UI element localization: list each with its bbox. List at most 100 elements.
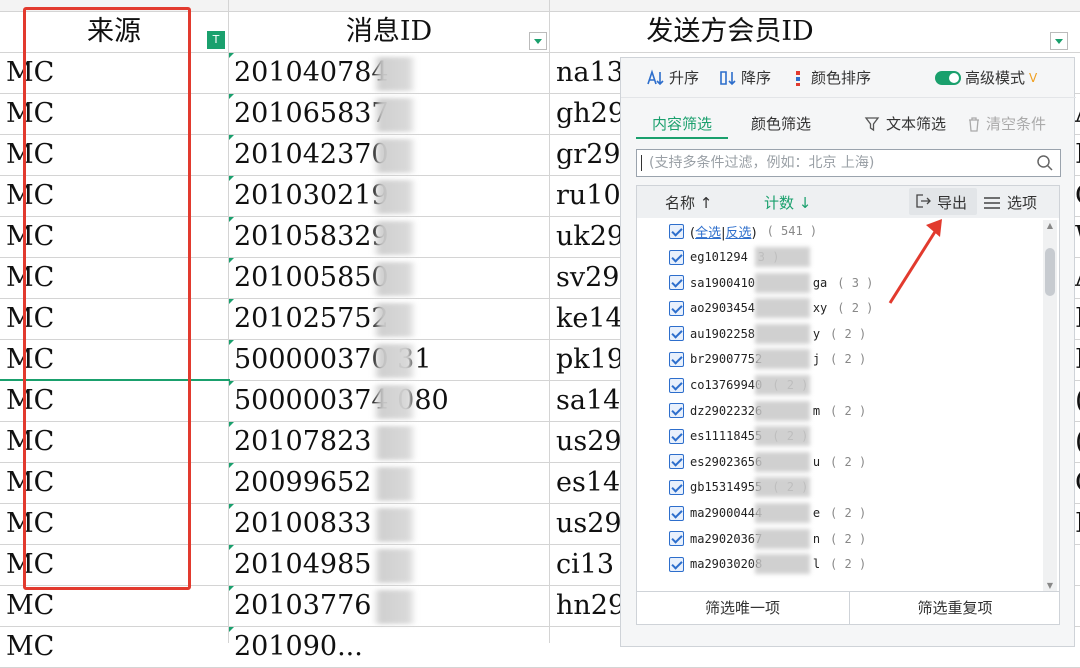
redaction-blur — [372, 139, 417, 173]
export-icon — [916, 194, 931, 208]
tab-color-filter[interactable]: 颜色筛选 — [751, 113, 811, 134]
cell-marker-icon — [229, 463, 234, 468]
select-all-row[interactable]: (全选|反选) ( 541 ) — [669, 220, 817, 242]
checkbox[interactable] — [669, 326, 684, 342]
list-item-count: ( 2 ) — [830, 403, 867, 418]
redaction-blur — [372, 508, 417, 542]
cell-message-id[interactable]: 201090... — [234, 627, 546, 667]
cell-next-column[interactable]: ( — [1075, 381, 1080, 421]
color-sort-button[interactable]: 颜色排序 — [793, 67, 871, 89]
filter-dropdown-icon[interactable] — [529, 32, 547, 50]
cell-source[interactable]: MC — [6, 627, 228, 667]
redaction-blur — [755, 554, 810, 575]
redaction-blur — [755, 298, 810, 319]
cell-next-column[interactable]: A — [1075, 258, 1080, 298]
redaction-blur — [755, 272, 810, 293]
filter-search-input[interactable]: (支持多条件过滤，例如：北京 上海) — [636, 149, 1061, 177]
cell-marker-icon — [229, 545, 234, 550]
list-item-label: gb15314955 — [690, 480, 763, 495]
checkbox[interactable] — [669, 249, 684, 265]
arrow-up-icon: ↑ — [699, 194, 713, 212]
options-label: 选项 — [1007, 194, 1038, 212]
cell-next-column[interactable]: W — [1075, 217, 1080, 257]
annotation-arrow-icon — [888, 219, 942, 304]
funnel-icon — [864, 116, 880, 131]
cell-next-column[interactable] — [1075, 545, 1080, 585]
cell-next-column[interactable]: B — [1075, 299, 1080, 339]
export-label: 导出 — [937, 194, 968, 212]
checkbox[interactable] — [669, 377, 684, 393]
redaction-blur — [372, 385, 417, 419]
select-all-link[interactable]: 全选 — [695, 226, 721, 241]
filter-active-icon[interactable]: T — [207, 31, 225, 49]
text-filter-button[interactable]: 文本筛选 — [864, 113, 946, 134]
redaction-blur — [755, 451, 810, 472]
checkbox[interactable] — [669, 351, 684, 367]
redaction-blur — [372, 467, 417, 501]
sort-ascending-button[interactable]: 升序 — [645, 67, 699, 89]
list-item-count: ( 2 ) — [830, 326, 867, 341]
color-sort-label: 颜色排序 — [811, 69, 872, 87]
header-message-id[interactable]: 消息ID — [229, 12, 549, 52]
cell-next-column[interactable] — [1075, 586, 1080, 626]
cell-marker-icon — [229, 422, 234, 427]
cell-marker-icon — [229, 586, 234, 591]
redaction-blur — [755, 426, 810, 447]
cell-next-column[interactable]: I — [1075, 135, 1080, 175]
highlight-box — [23, 7, 191, 590]
advanced-mode-label: 高级模式 — [965, 69, 1026, 87]
redaction-blur — [372, 344, 417, 378]
sort-descending-button[interactable]: 降序 — [717, 67, 771, 89]
advanced-mode-toggle[interactable]: 高级模式 V — [935, 67, 1037, 89]
redaction-blur — [755, 375, 810, 395]
sort-by-name-button[interactable]: 名称 ↑ — [665, 192, 712, 213]
redaction-blur — [755, 349, 810, 370]
text-filter-label: 文本筛选 — [886, 115, 947, 133]
cell-next-column[interactable]: C — [1075, 176, 1080, 216]
sort-asc-icon — [647, 69, 664, 86]
toggle-switch-icon[interactable] — [935, 71, 961, 85]
cell-source[interactable]: MC — [6, 586, 228, 626]
clear-conditions-button[interactable]: 清空条件 — [966, 113, 1046, 134]
scrollbar-thumb[interactable] — [1045, 248, 1055, 296]
value-list-header: 名称 ↑ 计数 ↓ 导出 选项 — [637, 186, 1059, 218]
sort-by-count-button[interactable]: 计数 ↓ — [764, 192, 811, 213]
checkbox[interactable] — [669, 556, 684, 572]
options-button[interactable]: 选项 — [983, 192, 1037, 213]
export-button[interactable]: 导出 — [909, 188, 977, 215]
active-tab-underline — [636, 137, 728, 139]
filter-duplicate-button[interactable]: 筛选重复项 — [849, 592, 1060, 624]
checkbox[interactable] — [669, 223, 684, 239]
redaction-blur — [372, 549, 417, 583]
list-scrollbar[interactable]: ▲ ▼ — [1043, 220, 1057, 592]
tab-content-filter[interactable]: 内容筛选 — [652, 113, 712, 134]
checkbox[interactable] — [669, 531, 684, 547]
filter-unique-button[interactable]: 筛选唯一项 — [637, 592, 848, 624]
count-label: 计数 — [764, 194, 795, 212]
cell-next-column[interactable]: I — [1075, 504, 1080, 544]
filter-dropdown-icon[interactable] — [1050, 32, 1068, 50]
cell-marker-icon — [229, 94, 234, 99]
checkbox[interactable] — [669, 454, 684, 470]
invert-selection-link[interactable]: 反选 — [725, 226, 751, 241]
menu-icon — [984, 196, 1000, 209]
scroll-up-icon[interactable]: ▲ — [1043, 220, 1057, 232]
cell-marker-icon — [229, 53, 234, 58]
checkbox[interactable] — [669, 505, 684, 521]
checkbox[interactable] — [669, 479, 684, 495]
header-sender-member-id[interactable]: 发送方会员ID — [550, 12, 1080, 52]
checkbox[interactable] — [669, 428, 684, 444]
checkbox[interactable] — [669, 403, 684, 419]
cell-next-column[interactable]: B — [1075, 340, 1080, 380]
cell-next-column[interactable]: ( — [1075, 422, 1080, 462]
checkbox[interactable] — [669, 300, 684, 316]
list-item-label: co13769940 — [690, 378, 763, 392]
checkbox[interactable] — [669, 275, 684, 291]
search-placeholder: (支持多条件过滤，例如：北京 上海) — [649, 155, 875, 171]
cell-marker-icon — [229, 176, 234, 181]
search-icon[interactable] — [1036, 154, 1054, 172]
cell-next-column[interactable]: C — [1075, 463, 1080, 503]
list-item-label: es11118455 — [690, 429, 763, 444]
cell-marker-icon — [229, 381, 234, 386]
sort-desc-label: 降序 — [741, 69, 772, 87]
